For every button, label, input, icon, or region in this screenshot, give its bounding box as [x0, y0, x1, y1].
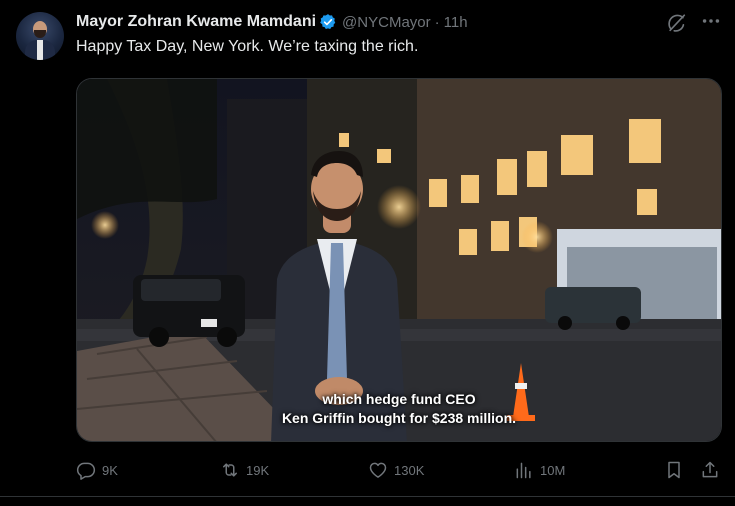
repost-icon — [223, 463, 237, 477]
repost-button[interactable]: 19K — [220, 458, 269, 482]
video-caption-line-2: Ken Griffin bought for $238 million. — [281, 410, 517, 426]
bookmark-button[interactable] — [664, 458, 690, 482]
reply-count: 9K — [102, 462, 118, 478]
video-player[interactable]: which hedge fund CEO Ken Griffin bought … — [76, 78, 722, 442]
avatar[interactable] — [16, 12, 64, 60]
tweet-divider — [0, 496, 735, 497]
timestamp[interactable]: 11h — [444, 14, 468, 31]
avatar-shirt — [37, 40, 43, 60]
reply-button[interactable]: 9K — [76, 458, 118, 482]
repost-count: 19K — [246, 462, 270, 478]
views-button[interactable]: 10M — [514, 458, 565, 482]
reply-icon — [76, 462, 96, 480]
video-caption-line-1: which hedge fund CEO — [322, 391, 476, 407]
action-bar: 9K 19K 130K 10M — [76, 458, 726, 482]
author-handle[interactable]: @NYCMayor — [342, 14, 431, 31]
tweet-text: Happy Tax Day, New York. We’re taxing th… — [76, 38, 419, 55]
author-name[interactable]: Mayor Zohran Kwame Mamdani — [76, 13, 316, 31]
views-count: 10M — [540, 462, 566, 478]
like-count: 130K — [394, 462, 425, 478]
grok-icon[interactable] — [666, 12, 688, 34]
views-icon — [516, 462, 531, 479]
heart-icon — [369, 462, 387, 478]
bookmark-icon — [668, 461, 680, 479]
like-button[interactable]: 130K — [368, 458, 424, 482]
tweet[interactable]: Mayor Zohran Kwame Mamdani @NYCMayor · 1… — [0, 0, 735, 506]
separator-dot: · — [434, 13, 440, 31]
verified-badge-icon — [320, 14, 336, 30]
share-icon — [702, 461, 718, 478]
share-button[interactable] — [700, 458, 726, 482]
tweet-header: Mayor Zohran Kwame Mamdani @NYCMayor · 1… — [76, 12, 468, 32]
more-icon[interactable] — [700, 10, 722, 32]
video-frame — [77, 79, 721, 441]
avatar-beard — [34, 30, 46, 38]
